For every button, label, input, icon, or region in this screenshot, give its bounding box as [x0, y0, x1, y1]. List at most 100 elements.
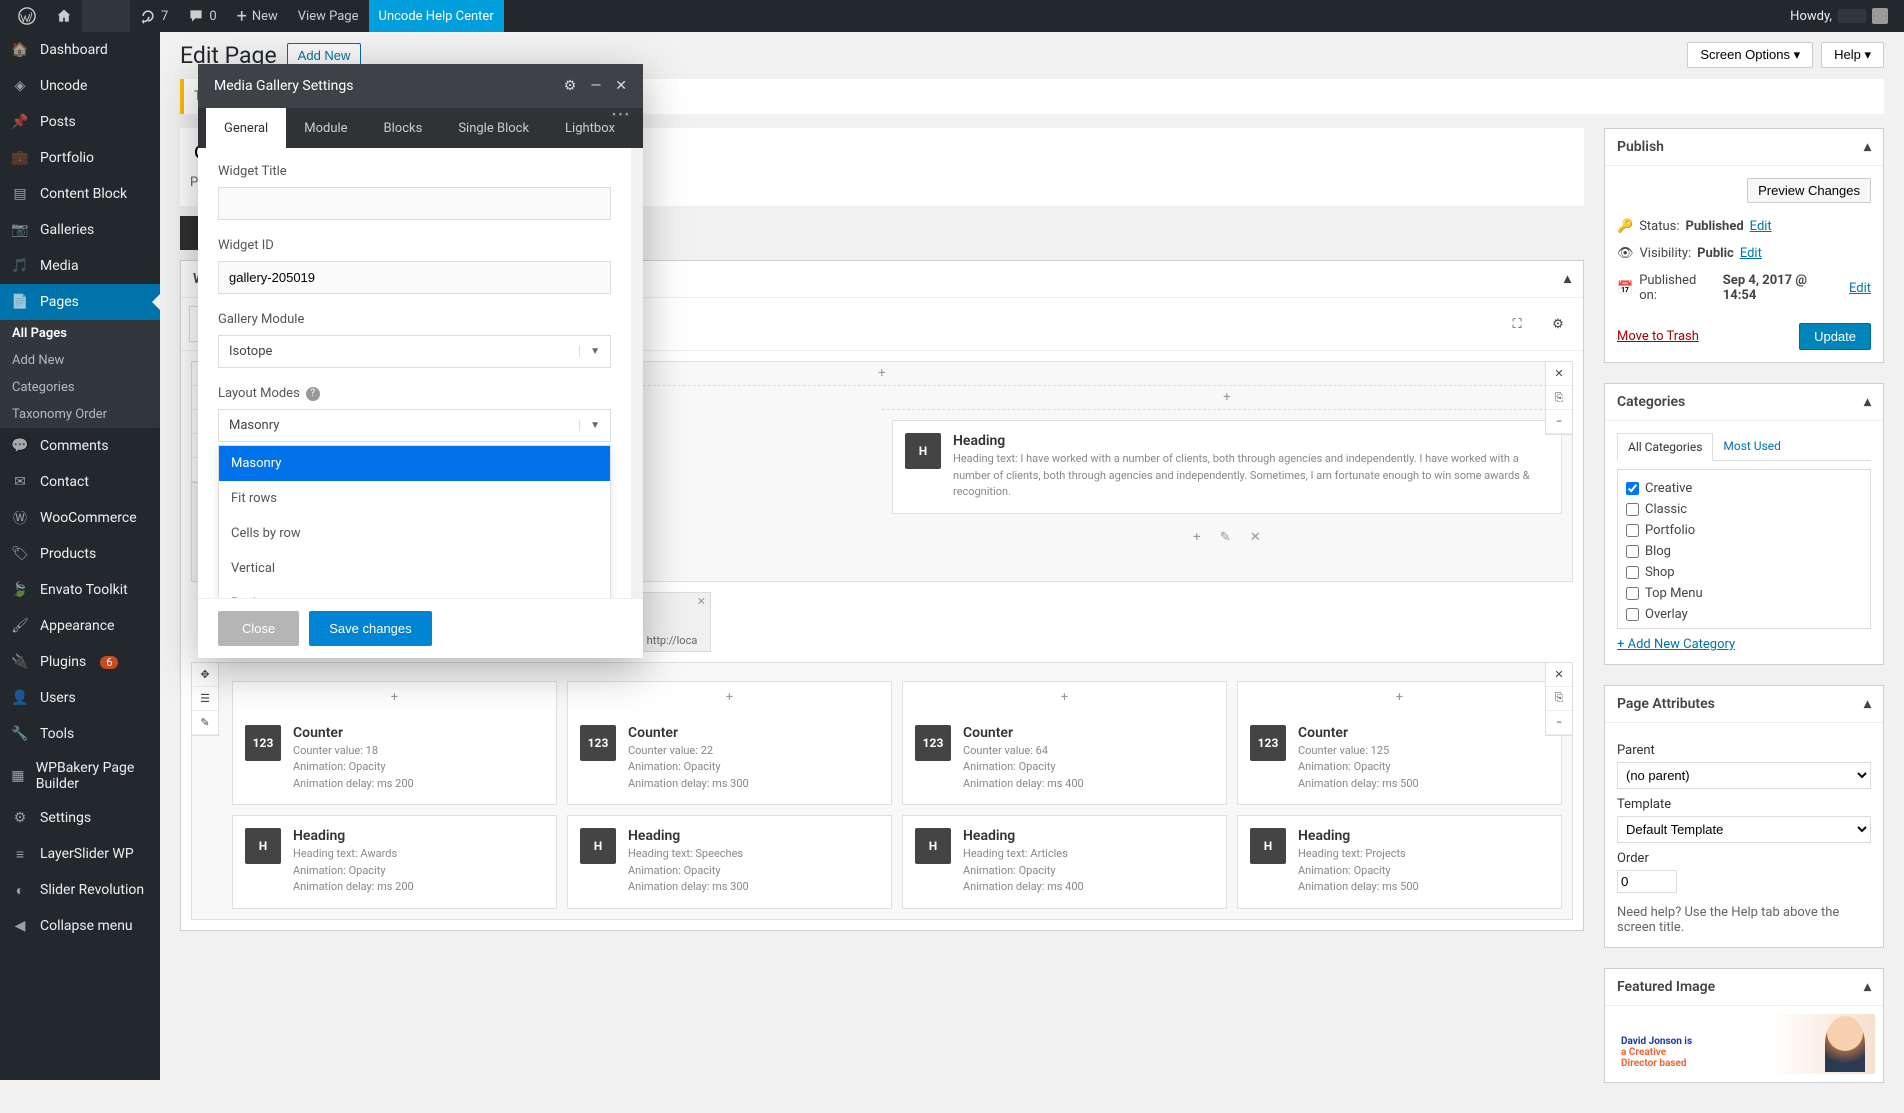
row-clone[interactable]: ⎘: [1546, 687, 1572, 711]
wp-logo[interactable]: [8, 0, 46, 32]
heading-element[interactable]: HHeadingHeading text: SpeechesAnimation:…: [568, 816, 891, 908]
layout-option-masonry[interactable]: Masonry: [219, 446, 610, 481]
category-checkbox[interactable]: [1626, 524, 1639, 537]
modal-tab-blocks[interactable]: Blocks: [366, 108, 441, 148]
move-to-trash-link[interactable]: Move to Trash: [1617, 329, 1699, 344]
sidebar-item-settings[interactable]: ⚙Settings: [0, 800, 160, 836]
updates-link[interactable]: 7: [130, 0, 178, 32]
row-move[interactable]: ✥: [192, 663, 218, 687]
category-creative[interactable]: Creative: [1626, 478, 1862, 499]
modal-tab-general[interactable]: General: [206, 108, 286, 148]
update-button[interactable]: Update: [1799, 323, 1871, 350]
heading-element[interactable]: HHeadingHeading text: ArticlesAnimation:…: [903, 816, 1226, 908]
admin-bar-user[interactable]: Howdy,: [1790, 8, 1896, 24]
sidebar-sub-add-new[interactable]: Add New: [0, 347, 160, 374]
template-select[interactable]: Default Template: [1617, 816, 1871, 843]
layout-option-packery[interactable]: Packery: [219, 586, 610, 598]
row-layout[interactable]: ☰: [192, 687, 218, 711]
col-add[interactable]: +: [568, 682, 891, 713]
category-portfolio[interactable]: Portfolio: [1626, 520, 1862, 541]
sidebar-item-woocommerce[interactable]: ⓌWooCommerce: [0, 500, 160, 536]
thumb-remove[interactable]: ✕: [697, 595, 706, 608]
home-link[interactable]: [46, 0, 82, 32]
sidebar-item-appearance[interactable]: 🖌Appearance: [0, 608, 160, 644]
sidebar-item-dashboard[interactable]: 🏠Dashboard: [0, 32, 160, 68]
category-checkbox[interactable]: [1626, 503, 1639, 516]
modal-settings-icon[interactable]: ⚙: [564, 78, 577, 94]
counter-element[interactable]: 123CounterCounter value: 22Animation: Op…: [568, 713, 891, 805]
row-edit[interactable]: ✎: [192, 711, 218, 735]
category-checkbox[interactable]: [1626, 566, 1639, 579]
sidebar-sub-all-pages[interactable]: All Pages: [0, 320, 160, 347]
row-minus[interactable]: −: [1546, 711, 1572, 735]
page-attrs-toggle[interactable]: ▴: [1864, 696, 1871, 712]
category-checkbox[interactable]: [1626, 482, 1639, 495]
sidebar-item-comments[interactable]: 💬Comments: [0, 428, 160, 464]
widget-title-input[interactable]: [218, 187, 611, 220]
col-add-element[interactable]: +: [882, 386, 1572, 410]
sidebar-item-wpbakery-page-builder[interactable]: ▦WPBakery Page Builder: [0, 752, 160, 800]
counter-element[interactable]: 123CounterCounter value: 18Animation: Op…: [233, 713, 556, 805]
modal-close-icon[interactable]: ✕: [615, 78, 627, 94]
category-checkbox[interactable]: [1626, 587, 1639, 600]
sidebar-item-content-block[interactable]: ▤Content Block: [0, 176, 160, 212]
modal-close-button[interactable]: Close: [218, 611, 299, 646]
site-name[interactable]: [82, 0, 130, 32]
counter-element[interactable]: 123CounterCounter value: 64Animation: Op…: [903, 713, 1226, 805]
modal-minimize-icon[interactable]: —: [590, 78, 601, 94]
sidebar-item-envato-toolkit[interactable]: 🍃Envato Toolkit: [0, 572, 160, 608]
layout-option-vertical[interactable]: Vertical: [219, 551, 610, 586]
row-clone[interactable]: ⎘: [1546, 386, 1572, 410]
sidebar-item-contact[interactable]: ✉Contact: [0, 464, 160, 500]
sidebar-item-posts[interactable]: 📌Posts: [0, 104, 160, 140]
sidebar-item-products[interactable]: 🏷Products: [0, 536, 160, 572]
category-lateral[interactable]: Lateral: [1626, 625, 1862, 629]
layout-modes-select[interactable]: Masonry ▼: [218, 409, 611, 442]
sidebar-sub-categories[interactable]: Categories: [0, 374, 160, 401]
category-classic[interactable]: Classic: [1626, 499, 1862, 520]
category-top menu[interactable]: Top Menu: [1626, 583, 1862, 604]
screen-options-button[interactable]: Screen Options ▾: [1687, 42, 1813, 68]
parent-select[interactable]: (no parent): [1617, 762, 1871, 789]
layout-option-fit-rows[interactable]: Fit rows: [219, 481, 610, 516]
help-button[interactable]: Help ▾: [1821, 42, 1884, 68]
sidebar-item-slider-revolution[interactable]: ◐Slider Revolution: [0, 872, 160, 908]
sidebar-item-galleries[interactable]: 📷Galleries: [0, 212, 160, 248]
sidebar-item-pages[interactable]: 📄Pages: [0, 284, 160, 320]
row-minus[interactable]: −: [1546, 410, 1572, 434]
sidebar-item-collapse-menu[interactable]: ◀Collapse menu: [0, 908, 160, 944]
sidebar-item-plugins[interactable]: 🔌Plugins6: [0, 644, 160, 680]
help-center-link[interactable]: Uncode Help Center: [369, 0, 504, 32]
sidebar-item-portfolio[interactable]: 💼Portfolio: [0, 140, 160, 176]
edit-visibility-link[interactable]: Edit: [1740, 246, 1762, 261]
el-delete[interactable]: ✕: [1250, 530, 1261, 545]
add-new-link[interactable]: +New: [227, 0, 288, 32]
edit-status-link[interactable]: Edit: [1750, 219, 1772, 234]
modal-tab-module[interactable]: Module: [286, 108, 365, 148]
sidebar-item-layerslider-wp[interactable]: ≡LayerSlider WP: [0, 836, 160, 872]
category-checkbox[interactable]: [1626, 545, 1639, 558]
modal-tab-single-block[interactable]: Single Block: [440, 108, 547, 148]
sidebar-sub-taxonomy-order[interactable]: Taxonomy Order: [0, 401, 160, 428]
el-add[interactable]: +: [1193, 530, 1200, 545]
sidebar-item-media[interactable]: 🎵Media: [0, 248, 160, 284]
featured-image-thumbnail[interactable]: David Jonson is a Creative Director base…: [1613, 1014, 1875, 1074]
sidebar-item-uncode[interactable]: ◈Uncode: [0, 68, 160, 104]
row-delete[interactable]: ✕: [1546, 663, 1572, 687]
category-blog[interactable]: Blog: [1626, 541, 1862, 562]
category-shop[interactable]: Shop: [1626, 562, 1862, 583]
modal-tabs-more[interactable]: •••: [612, 108, 631, 123]
row-delete[interactable]: ✕: [1546, 362, 1572, 386]
order-input[interactable]: [1617, 870, 1677, 893]
publish-toggle[interactable]: ▴: [1864, 139, 1871, 155]
fullscreen-button[interactable]: ⛶: [1499, 306, 1535, 342]
heading-element[interactable]: HHeadingHeading text: ProjectsAnimation:…: [1238, 816, 1561, 908]
sidebar-item-tools[interactable]: 🔧Tools: [0, 716, 160, 752]
edit-date-link[interactable]: Edit: [1849, 281, 1871, 296]
category-overlay[interactable]: Overlay: [1626, 604, 1862, 625]
add-new-category-link[interactable]: + Add New Category: [1617, 637, 1871, 652]
gallery-module-select[interactable]: Isotope ▼: [218, 335, 611, 368]
el-edit[interactable]: ✎: [1220, 530, 1231, 545]
featured-toggle[interactable]: ▴: [1864, 979, 1871, 995]
comments-link[interactable]: 0: [178, 0, 226, 32]
